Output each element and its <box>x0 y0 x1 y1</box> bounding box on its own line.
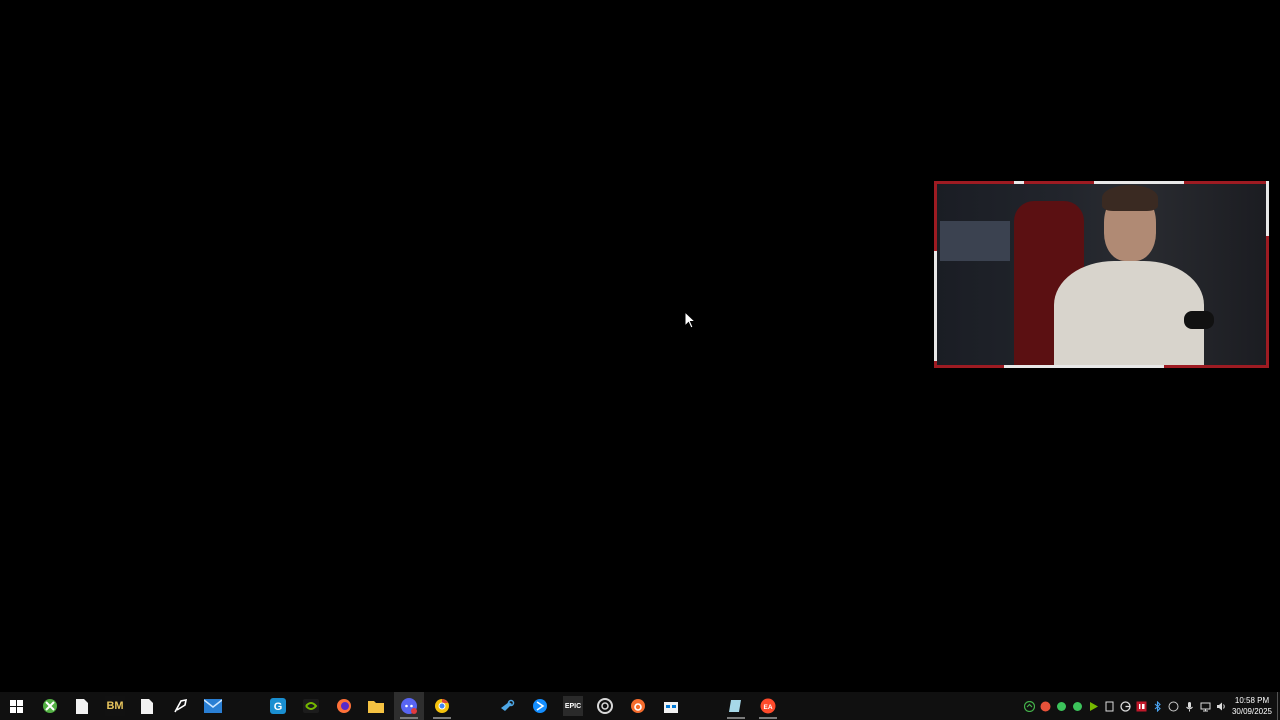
origin-icon[interactable] <box>628 696 648 716</box>
bm-icon[interactable]: BM <box>105 696 125 716</box>
tray-microphone-icon[interactable] <box>1184 701 1195 712</box>
store-icon[interactable] <box>661 696 681 716</box>
grammarly-icon[interactable]: G <box>268 696 288 716</box>
file-icon[interactable] <box>72 696 92 716</box>
chrome-running-indicator <box>433 717 451 719</box>
microphone <box>1184 311 1214 329</box>
tray-record-icon[interactable] <box>1040 701 1051 712</box>
tray-clipboard-icon[interactable] <box>1104 701 1115 712</box>
clock-time: 10:58 PM <box>1234 696 1270 705</box>
discord-running-indicator <box>400 717 418 719</box>
tray-bluetooth-icon[interactable] <box>1152 700 1163 713</box>
frame-accent-top-1 <box>1094 181 1184 184</box>
ea-running-indicator <box>759 717 777 719</box>
person-hair <box>1102 185 1158 211</box>
tray-green-dot-2-icon[interactable] <box>1072 701 1083 712</box>
discord-icon[interactable] <box>399 696 419 716</box>
epic-label: EPIC <box>564 702 582 710</box>
frame-accent-left <box>934 251 937 361</box>
chrome-icon[interactable] <box>432 696 452 716</box>
ubisoft-connect-icon[interactable] <box>595 696 615 716</box>
file-explorer-icon[interactable] <box>366 696 386 716</box>
tray-hand-icon[interactable] <box>1168 701 1179 712</box>
windows-start-icon[interactable] <box>6 696 26 716</box>
battlenet-icon[interactable] <box>530 696 550 716</box>
tray-google-icon[interactable] <box>1120 701 1131 712</box>
tray-network-icon[interactable] <box>1200 701 1211 712</box>
bm-label: BM <box>106 700 124 712</box>
tray-id-icon[interactable] <box>1136 701 1147 712</box>
xbox-icon[interactable] <box>40 696 60 716</box>
mouse-cursor-icon <box>684 311 696 329</box>
frame-accent-bottom <box>1004 365 1164 368</box>
person-body <box>1054 261 1204 368</box>
epic-games-icon[interactable]: EPIC <box>563 696 583 716</box>
steam-icon[interactable] <box>497 696 517 716</box>
ea-app-icon[interactable]: EA <box>758 696 778 716</box>
webcam-overlay <box>934 181 1269 368</box>
taskbar-clock[interactable]: 10:58 PM 30/09/2025 <box>1228 695 1276 717</box>
tray-play-icon[interactable] <box>1088 701 1099 712</box>
tray-volume-icon[interactable] <box>1216 701 1227 712</box>
tray-arrow-icon[interactable] <box>1023 700 1036 713</box>
mail-icon[interactable] <box>203 696 223 716</box>
background-monitor <box>940 221 1010 261</box>
tray-green-dot-1-icon[interactable] <box>1056 701 1067 712</box>
frame-accent-top-2 <box>1014 181 1024 184</box>
svg-text:G: G <box>274 701 283 713</box>
firefox-icon[interactable] <box>334 696 354 716</box>
document-icon[interactable] <box>137 696 157 716</box>
show-desktop-button[interactable] <box>1277 692 1278 720</box>
frame-accent-right <box>1266 181 1269 236</box>
notepad-icon[interactable] <box>726 696 746 716</box>
nvidia-icon[interactable] <box>301 696 321 716</box>
notepad-running-indicator <box>727 717 745 719</box>
clock-date: 30/09/2025 <box>1231 707 1273 716</box>
ea-label: EA <box>763 704 772 711</box>
feather-icon[interactable] <box>170 696 190 716</box>
